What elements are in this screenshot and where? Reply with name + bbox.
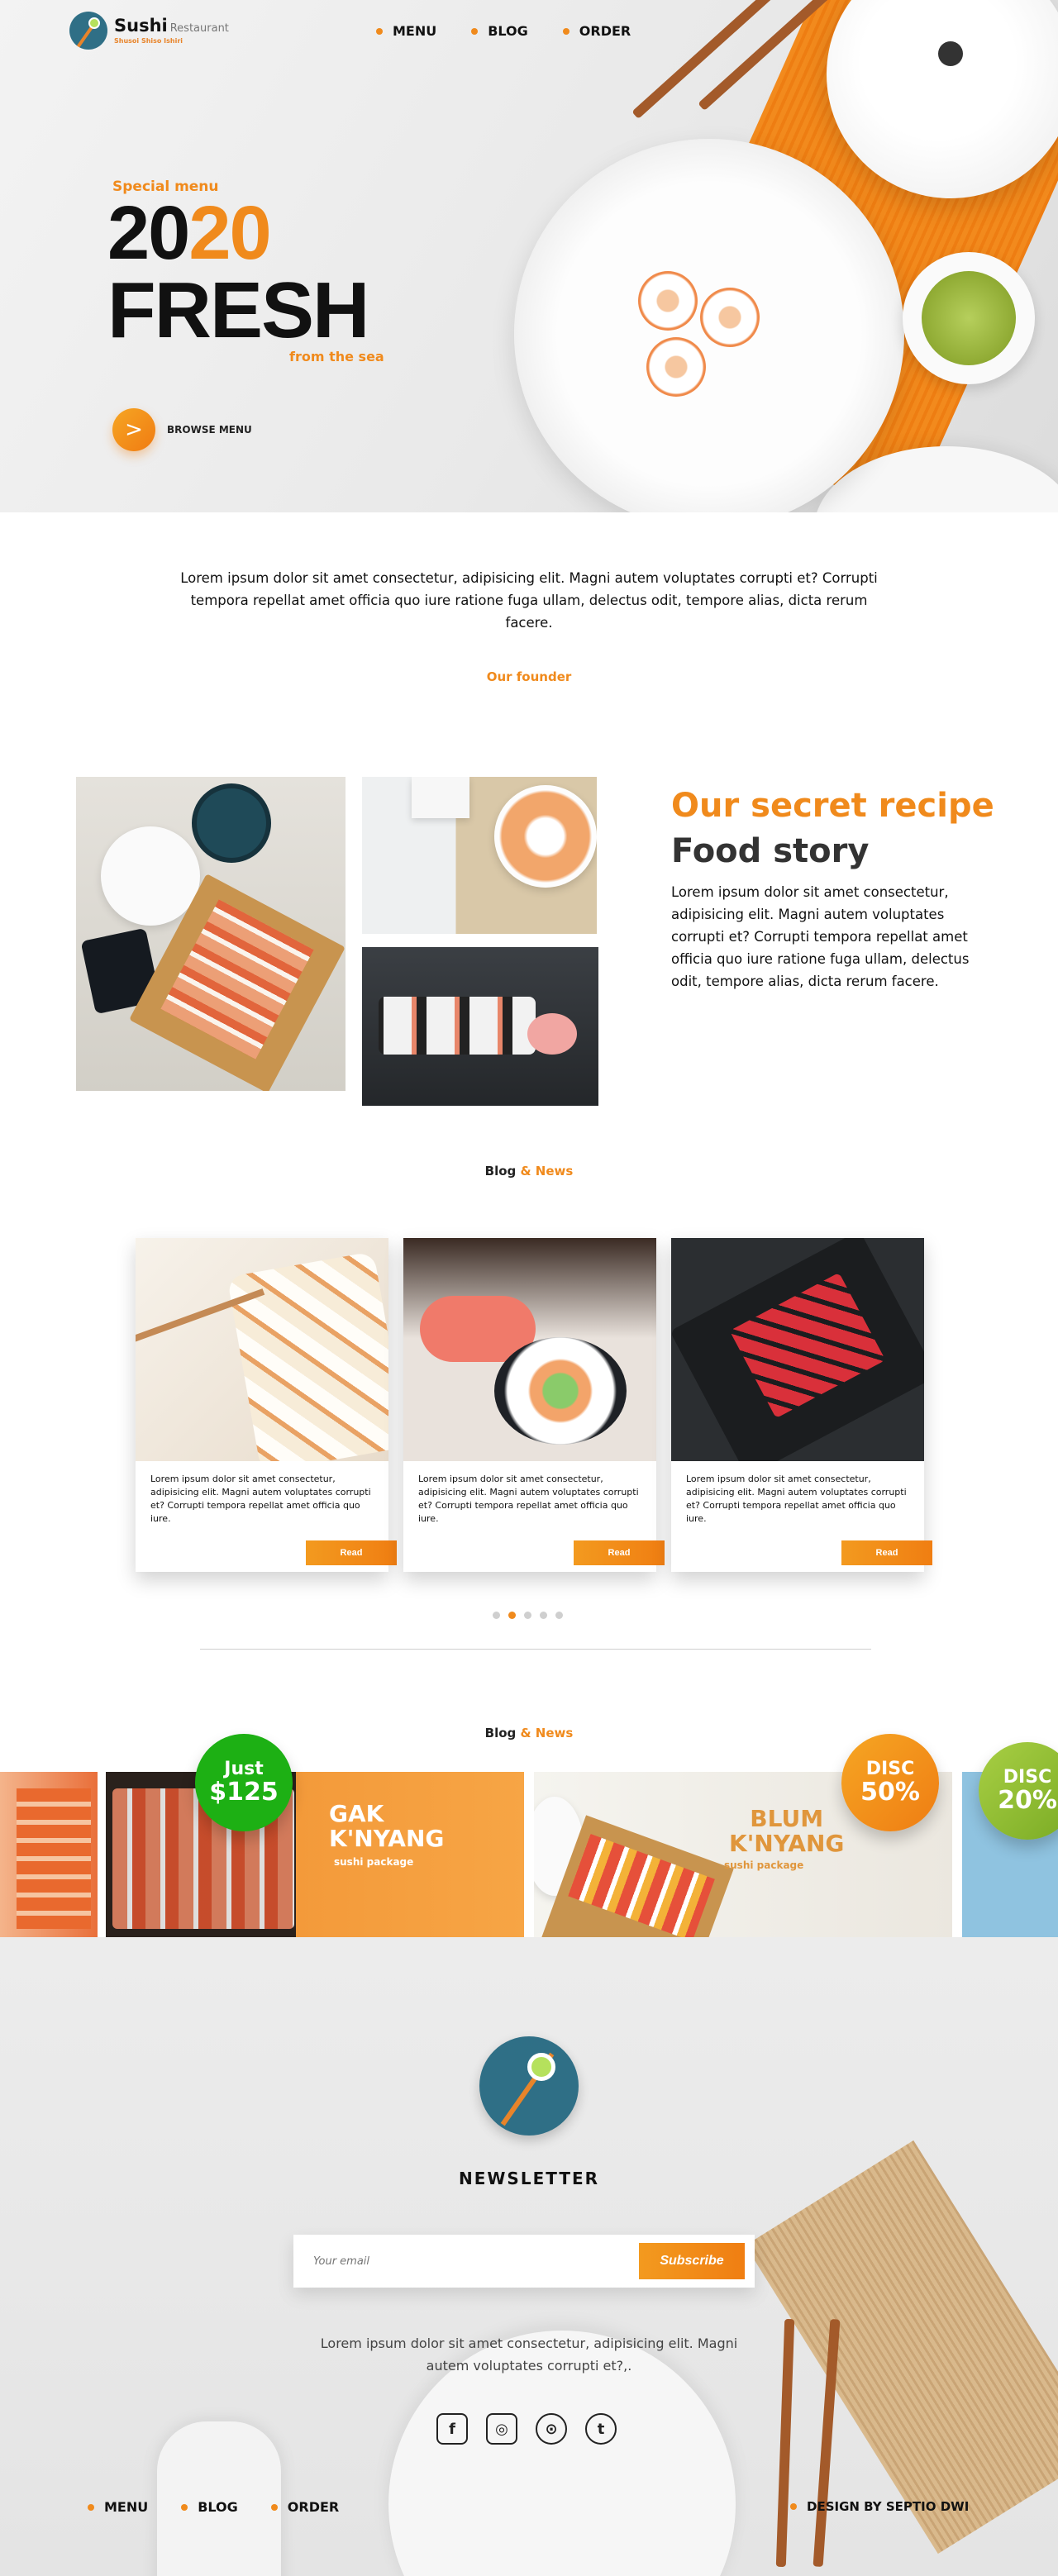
- chevron-right-icon: >: [112, 408, 155, 451]
- blog-card: Lorem ipsum dolor sit amet consectetur, …: [403, 1238, 665, 1572]
- design-credit: DESIGN BY SEPTIO DWI: [790, 2499, 969, 2514]
- brand-logo[interactable]: Sushi Restaurant Shusoi Shiso Ishiri: [69, 12, 229, 50]
- sushi-platter-photo: [76, 777, 346, 1091]
- subscribe-button[interactable]: Subscribe: [639, 2243, 745, 2279]
- browse-menu-label: BROWSE MENU: [167, 424, 252, 436]
- footer-nav-blog[interactable]: BLOG: [181, 2499, 238, 2515]
- promo-card[interactable]: GAK K'NYANG sushi package: [106, 1772, 524, 1937]
- sushi-logo-icon: [479, 2036, 579, 2136]
- pagination-dot[interactable]: [524, 1612, 531, 1619]
- logo-icon: [69, 12, 107, 50]
- price-badge: Just $125: [195, 1734, 293, 1831]
- maki-rolls-photo: [362, 947, 598, 1106]
- sushi-roll-image: [700, 288, 760, 347]
- section-divider: [200, 1649, 871, 1650]
- newsletter-form: Subscribe: [293, 2235, 755, 2288]
- blog-news-title: Blog & News: [484, 1164, 574, 1178]
- promo-title: BLUM K'NYANG: [729, 1805, 845, 1857]
- hero-headline: FRESH: [107, 266, 369, 355]
- blog-card-text: Lorem ipsum dolor sit amet consectetur, …: [150, 1474, 371, 1524]
- promo-title: GAK K'NYANG: [329, 1800, 445, 1852]
- hero-section: Sushi Restaurant Shusoi Shiso Ishiri MENU…: [0, 0, 1058, 512]
- read-button[interactable]: Read: [841, 1540, 932, 1565]
- intro-text: Lorem ipsum dolor sit amet consectetur, …: [180, 570, 878, 631]
- brand-sub: Restaurant: [169, 21, 229, 35]
- story-text: Lorem ipsum dolor sit amet consectetur, …: [671, 884, 970, 989]
- sushi-rolls-plate-photo: [362, 777, 597, 934]
- blog-card: Lorem ipsum dolor sit amet consectetur, …: [671, 1238, 932, 1572]
- footer-nav-order[interactable]: ORDER: [271, 2499, 339, 2515]
- read-button[interactable]: Read: [574, 1540, 665, 1565]
- discount-badge: DISC 50%: [841, 1734, 939, 1831]
- promo-subtitle: sushi package: [724, 1859, 804, 1871]
- nav-item-order[interactable]: ORDER: [563, 23, 631, 39]
- carousel-pagination: [493, 1612, 563, 1619]
- newsletter-text: Lorem ipsum dolor sit amet consectetur, …: [320, 2336, 738, 2374]
- pagination-dot[interactable]: [493, 1612, 500, 1619]
- instagram-icon[interactable]: ◎: [486, 2413, 517, 2445]
- location-pin-icon[interactable]: ⊙: [536, 2413, 567, 2445]
- nav-item-menu[interactable]: MENU: [376, 23, 436, 39]
- footer-nav-menu[interactable]: MENU: [88, 2499, 148, 2515]
- facebook-icon[interactable]: f: [436, 2413, 468, 2445]
- tumblr-icon[interactable]: t: [585, 2413, 617, 2445]
- blog-card-image: [136, 1238, 388, 1461]
- read-button[interactable]: Read: [306, 1540, 397, 1565]
- promo-subtitle: sushi package: [334, 1856, 414, 1868]
- our-founder-link[interactable]: Our founder: [0, 669, 1058, 684]
- hero-subtitle: from the sea: [289, 349, 384, 364]
- newsletter-title: NEWSLETTER: [458, 2169, 600, 2188]
- brand-name: Sushi: [114, 15, 168, 36]
- hero-year: 2020: [107, 191, 272, 275]
- promo-card-partial[interactable]: [0, 1772, 98, 1937]
- secret-recipe-title: Our secret recipe: [671, 787, 994, 825]
- main-nav: MENU BLOG ORDER: [376, 23, 631, 39]
- nav-item-blog[interactable]: BLOG: [471, 23, 528, 39]
- blog-card: Lorem ipsum dolor sit amet consectetur, …: [136, 1238, 397, 1572]
- social-links: f ◎ ⊙ t: [436, 2413, 617, 2445]
- footer-nav: MENU BLOG ORDER: [88, 2499, 339, 2515]
- blog-card-text: Lorem ipsum dolor sit amet consectetur, …: [686, 1474, 907, 1524]
- sushi-roll-image: [638, 271, 698, 331]
- sushi-roll-image: [646, 337, 706, 397]
- blog-card-image: [403, 1238, 656, 1461]
- email-input[interactable]: [313, 2255, 639, 2268]
- browse-menu-button[interactable]: > BROWSE MENU: [112, 408, 252, 451]
- pagination-dot[interactable]: [555, 1612, 563, 1619]
- wasabi-image: [922, 271, 1016, 365]
- sushi-plate-image: [514, 139, 904, 512]
- pagination-dot[interactable]: [540, 1612, 547, 1619]
- brand-tagline: Shusoi Shiso Ishiri: [114, 36, 183, 45]
- blog-card-text: Lorem ipsum dolor sit amet consectetur, …: [418, 1474, 639, 1524]
- food-story-title: Food story: [671, 832, 870, 870]
- blog-card-image: [671, 1238, 924, 1461]
- pagination-dot-active[interactable]: [508, 1612, 516, 1619]
